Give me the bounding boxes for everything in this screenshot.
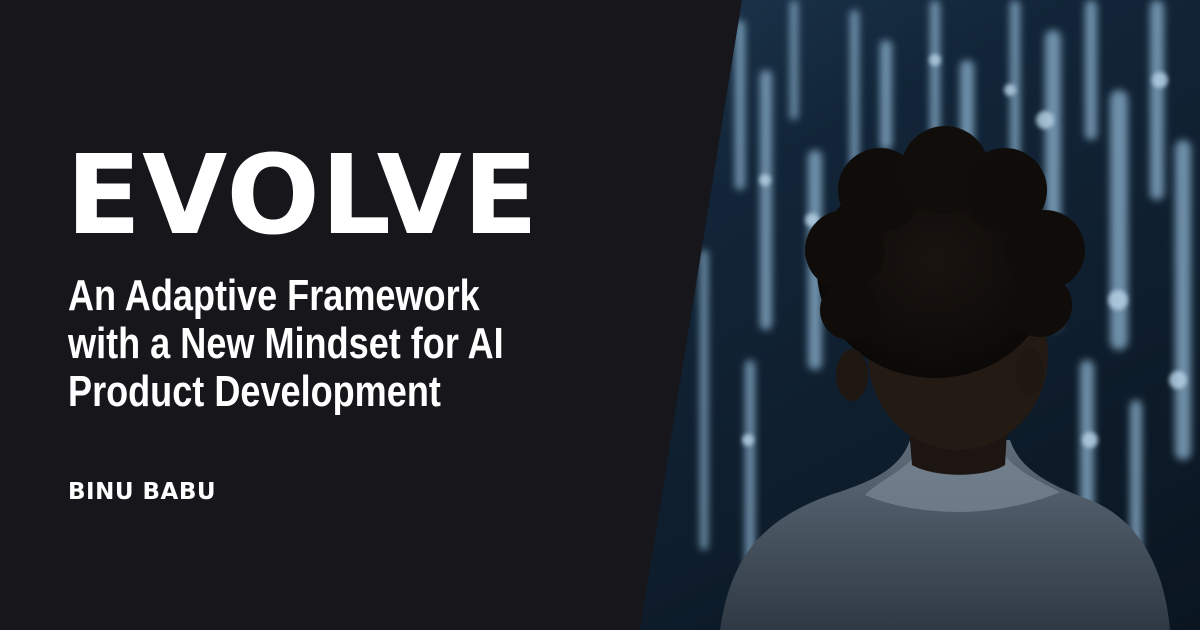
subtitle-line-2: with a New Mindset for AI xyxy=(68,319,504,368)
subtitle-line-3: Product Development xyxy=(68,367,441,416)
subtitle-line-1: An Adaptive Framework xyxy=(68,271,480,320)
cover-subtitle: An Adaptive Framework with a New Mindset… xyxy=(68,272,527,416)
cover-title: EVOLVE xyxy=(66,131,540,259)
article-cover-card: EVOLVE An Adaptive Framework with a New … xyxy=(0,0,1200,630)
author-name: BINU BABU xyxy=(68,479,217,505)
